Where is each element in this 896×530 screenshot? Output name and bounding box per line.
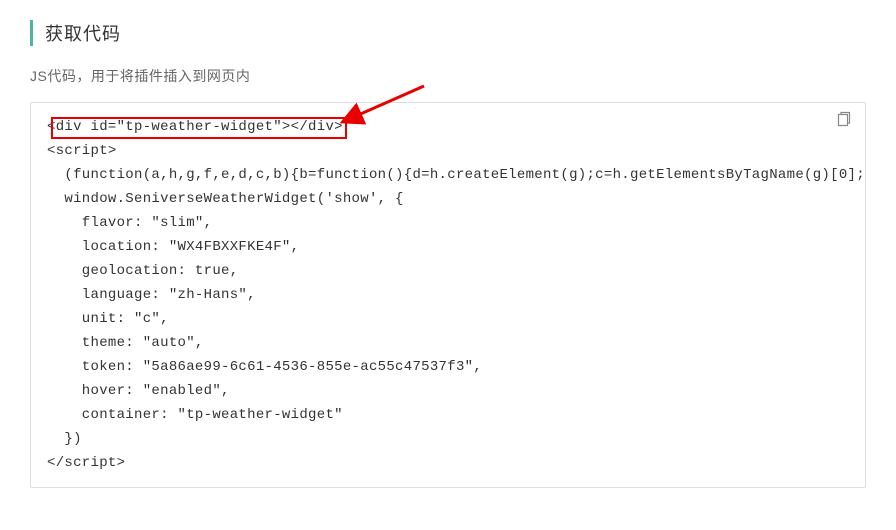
code-box: <div id="tp-weather-widget"></div> <scri… [30,102,866,488]
title-container: 获取代码 [30,20,866,46]
code-section: 获取代码 JS代码，用于将插件插入到网页内 <div id="tp-weathe… [0,0,896,488]
section-subtitle: JS代码，用于将插件插入到网页内 [30,66,866,86]
section-title: 获取代码 [45,24,121,44]
copy-icon[interactable] [835,111,851,127]
code-content[interactable]: <div id="tp-weather-widget"></div> <scri… [31,103,865,487]
